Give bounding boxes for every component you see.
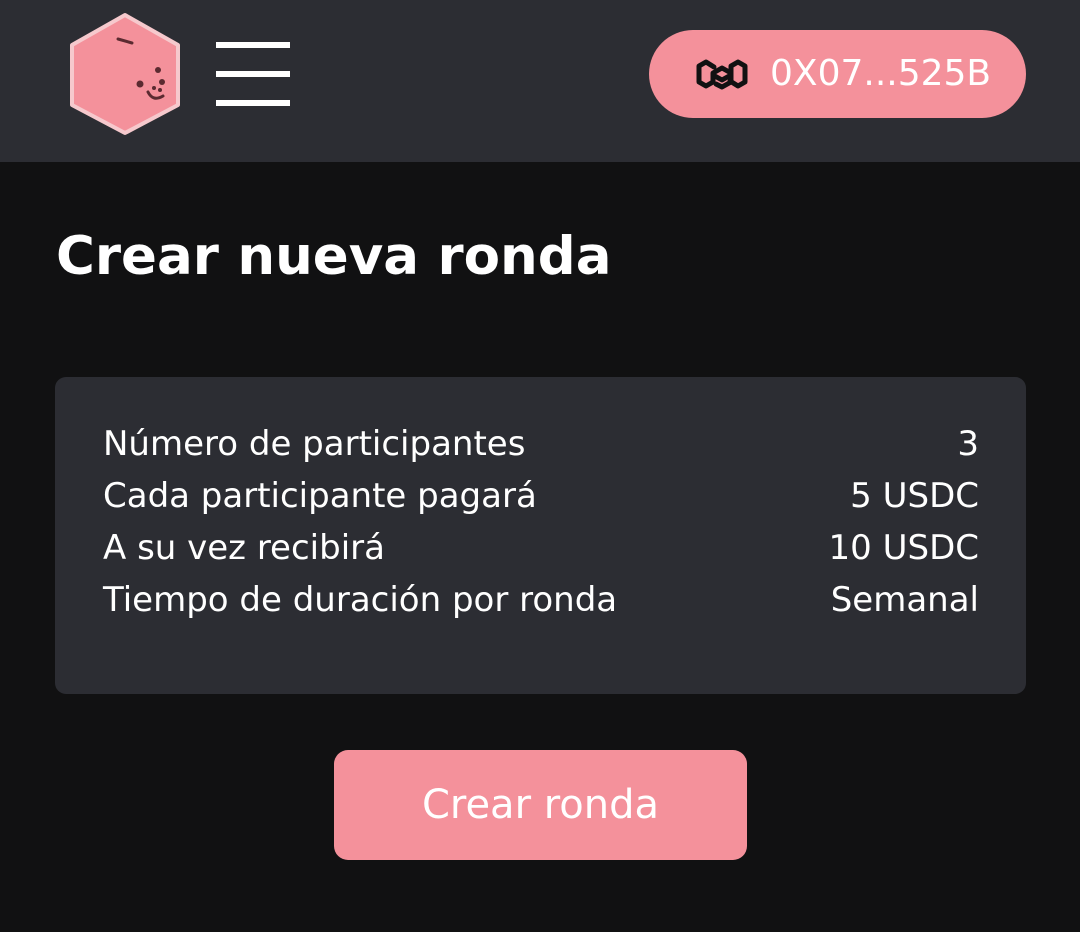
summary-label: A su vez recibirá (103, 528, 385, 568)
menu-line (216, 71, 290, 77)
hamburger-menu-icon[interactable] (216, 40, 292, 110)
summary-label: Cada participante pagará (103, 476, 537, 516)
summary-row-payout: A su vez recibirá 10 USDC (103, 522, 979, 574)
summary-value: 3 (957, 424, 979, 464)
summary-label: Número de participantes (103, 424, 526, 464)
piggy-hexagon-logo-icon[interactable] (68, 12, 182, 136)
round-summary-card: Número de participantes 3 Cada participa… (55, 377, 1026, 694)
summary-value: 10 USDC (828, 528, 979, 568)
menu-line (216, 100, 290, 106)
summary-label: Tiempo de duración por ronda (103, 580, 618, 620)
summary-row-participants: Número de participantes 3 (103, 418, 979, 470)
page-title: Crear nueva ronda (56, 226, 612, 287)
summary-value: 5 USDC (850, 476, 979, 516)
summary-value: Semanal (830, 580, 979, 620)
create-round-button[interactable]: Crear ronda (334, 750, 747, 860)
top-bar: 0X07...525B (0, 0, 1080, 162)
wallet-address-text: 0X07...525B (770, 53, 992, 94)
polygon-network-icon (696, 59, 748, 90)
menu-line (216, 42, 290, 48)
summary-row-duration: Tiempo de duración por ronda Semanal (103, 574, 979, 626)
summary-row-payment: Cada participante pagará 5 USDC (103, 470, 979, 522)
